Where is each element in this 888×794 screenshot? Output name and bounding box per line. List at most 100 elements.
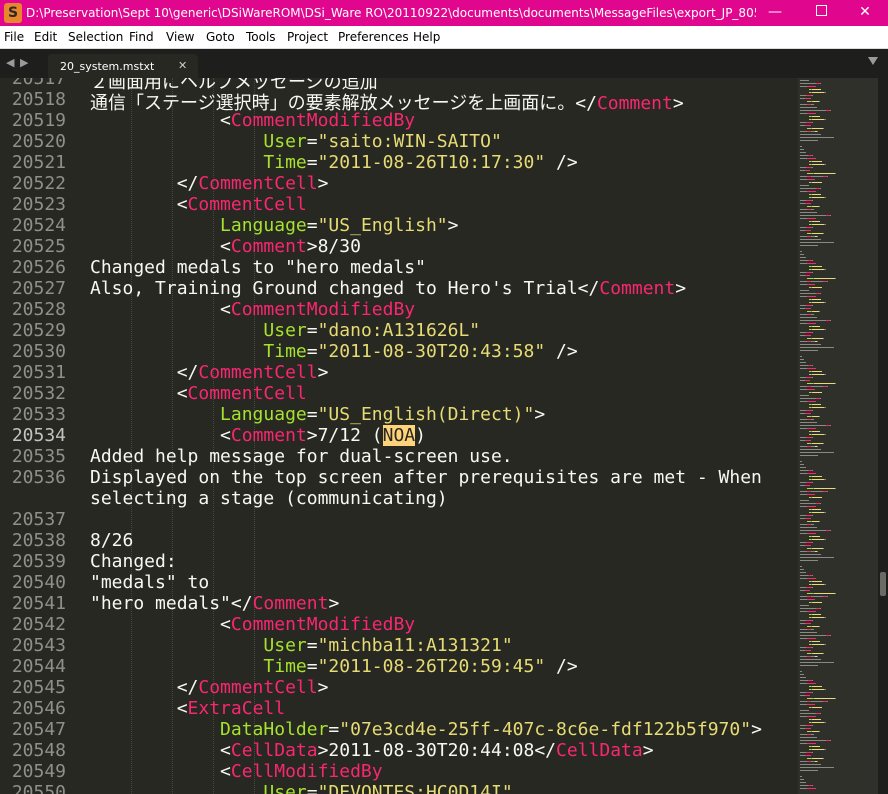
- minimap-line: [820, 503, 821, 504]
- minimap-line: [800, 134, 821, 135]
- minimap-line: [800, 638, 807, 639]
- minimap-line: [812, 575, 813, 576]
- tab-scroll-right-icon[interactable]: ▶: [20, 56, 28, 69]
- close-button[interactable]: ✕: [842, 0, 888, 26]
- minimap-line: [812, 617, 824, 618]
- minimap-line: [800, 176, 807, 177]
- maximize-button[interactable]: [798, 0, 844, 26]
- menu-edit[interactable]: Edit: [34, 30, 57, 44]
- minimap-line: [800, 395, 809, 396]
- minimap-line: [812, 155, 813, 156]
- minimap-line: [807, 401, 816, 402]
- minimap-line: [812, 680, 813, 681]
- minimap-line: [812, 614, 821, 615]
- line-number: 20523: [11, 194, 66, 215]
- line-number: 20529: [11, 320, 66, 341]
- minimap-line: [805, 485, 810, 486]
- scrollbar-thumb[interactable]: [880, 572, 886, 596]
- minimap-line: [800, 113, 807, 114]
- code-token: Comment: [252, 593, 329, 614]
- menu-find[interactable]: Find: [129, 30, 154, 44]
- minimap-line: [811, 209, 814, 210]
- code-token: <: [90, 698, 188, 719]
- minimap-line: [800, 245, 818, 246]
- minimap-line: [800, 683, 807, 684]
- tab-20-system-mstxt[interactable]: 20_system.mstxt ✕: [48, 54, 198, 78]
- code-token: "2011-08-26T20:59:45": [317, 656, 546, 677]
- minimap-line: [800, 260, 807, 261]
- line-number: 20531: [11, 362, 66, 383]
- minimap-line: [800, 239, 821, 240]
- menu-view[interactable]: View: [166, 30, 194, 44]
- minimap-line: [807, 506, 816, 507]
- tab-list-dropdown-icon[interactable]: [868, 57, 878, 65]
- code-token: CommentModifiedBy: [230, 614, 416, 635]
- line-number: 20522: [11, 173, 66, 194]
- code-token: >: [447, 215, 459, 236]
- code-token: >8/30: [306, 236, 361, 257]
- minimap-line: [812, 476, 822, 477]
- menu-preferences[interactable]: Preferences: [338, 30, 409, 44]
- code-token: User: [263, 320, 307, 341]
- minimap-line: [812, 731, 819, 732]
- minimap-line: [812, 161, 822, 162]
- minimap-line: [800, 575, 807, 576]
- minimap-line: [800, 446, 807, 447]
- tab-close-icon[interactable]: ✕: [178, 59, 187, 72]
- minimap-line: [800, 449, 821, 450]
- menu-help[interactable]: Help: [413, 30, 440, 44]
- code-token: =: [328, 719, 340, 740]
- line-text: 8/26: [90, 530, 133, 551]
- minimap-line: [812, 722, 824, 723]
- minimap-line: [800, 470, 807, 471]
- code-token: >: [672, 93, 684, 114]
- minimap-line: [800, 551, 807, 552]
- menu-tools[interactable]: Tools: [246, 30, 276, 44]
- minimap-line: [800, 257, 806, 258]
- menu-goto[interactable]: Goto: [206, 30, 235, 44]
- line-text: <CommentModifiedBy: [90, 299, 415, 320]
- menu-selection[interactable]: Selection: [68, 30, 123, 44]
- line-text: User="DEVONTES:HC0D14I": [90, 782, 512, 794]
- minimap-line: [800, 344, 821, 345]
- minimize-button[interactable]: —: [752, 0, 798, 26]
- line-number: 20528: [11, 299, 66, 320]
- minimap-line: [807, 743, 816, 744]
- line-number: 20519: [11, 110, 66, 131]
- minimap-line: [823, 338, 824, 339]
- minimap-line: [800, 107, 817, 108]
- minimap-line: [800, 323, 807, 324]
- vertical-scrollbar[interactable]: [878, 78, 888, 794]
- code-token: "07e3cd4e-25ff-407c-8c6e-fdf122b5f970": [339, 719, 752, 740]
- minimap-line: [814, 488, 835, 489]
- minimap-line: [819, 101, 820, 102]
- line-number: 20520: [11, 131, 66, 152]
- menu-file[interactable]: File: [4, 30, 24, 44]
- minimap-line: [807, 578, 816, 579]
- minimap-line: [807, 473, 816, 474]
- menu-project[interactable]: Project: [287, 30, 328, 44]
- line-text: </CommentCell>: [90, 362, 329, 383]
- minimap-line: [812, 374, 824, 375]
- line-text: Changed medals to "hero medals": [90, 257, 426, 278]
- code-editor[interactable]: 20517 ２画面用にヘルプメッセージの追加 20518 通信「ステージ選択時」の要素…: [0, 78, 878, 794]
- tab-scroll-left-icon[interactable]: ◀: [6, 56, 14, 69]
- minimap-line: [812, 512, 824, 513]
- minimap-line: [800, 365, 807, 366]
- minimap-line: [817, 551, 818, 552]
- minimap[interactable]: [798, 78, 878, 794]
- tab-label: 20_system.mstxt: [60, 60, 155, 73]
- minimap-line: [800, 146, 802, 147]
- minimap-line: [811, 734, 814, 735]
- minimap-line: [800, 599, 807, 600]
- minimap-line: [807, 296, 816, 297]
- minimap-line: [800, 215, 825, 216]
- line-number: 20527: [11, 278, 66, 299]
- line-number: 20545: [11, 677, 66, 698]
- minimap-line: [824, 512, 826, 513]
- minimap-line: [812, 287, 822, 288]
- minimap-line: [800, 500, 809, 501]
- minimap-line: [824, 539, 826, 540]
